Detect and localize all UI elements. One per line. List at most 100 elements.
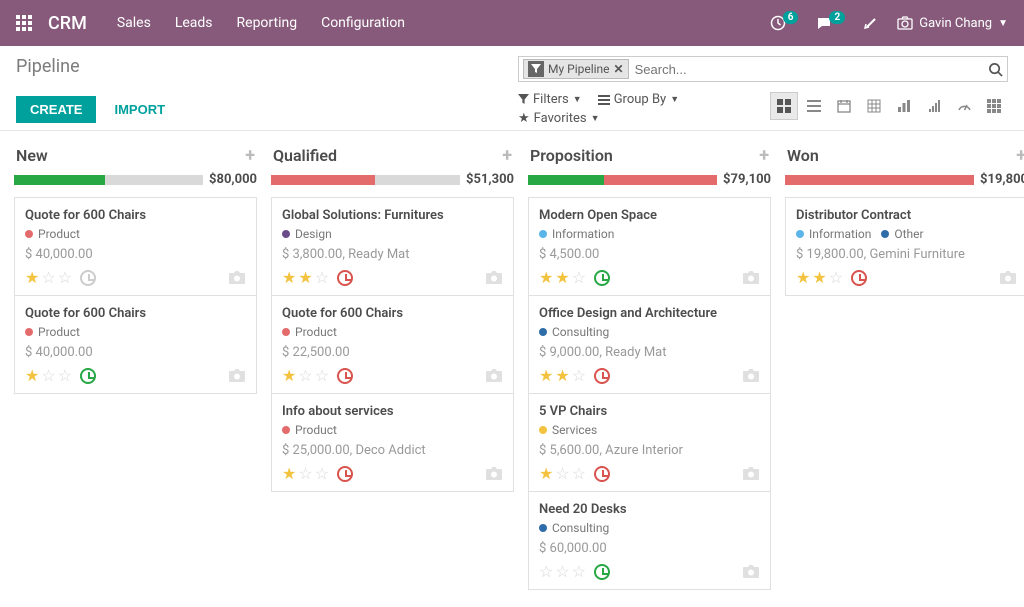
priority-stars[interactable]: ★☆☆: [539, 464, 586, 483]
view-pivot[interactable]: [860, 92, 888, 120]
debug-icon[interactable]: [863, 15, 879, 31]
import-button[interactable]: IMPORT: [100, 96, 179, 123]
star-icon[interactable]: ☆: [315, 268, 329, 287]
column-title[interactable]: New: [16, 146, 48, 165]
star-icon[interactable]: ★: [539, 464, 553, 483]
user-avatar-icon[interactable]: [742, 270, 760, 285]
star-icon[interactable]: ☆: [315, 366, 329, 385]
star-icon[interactable]: ☆: [539, 562, 553, 581]
star-icon[interactable]: ★: [812, 268, 826, 287]
kanban-card[interactable]: Office Design and ArchitectureConsulting…: [528, 295, 771, 394]
activity-clock-icon[interactable]: [594, 368, 610, 384]
activity-clock-icon[interactable]: [594, 564, 610, 580]
apps-icon[interactable]: [16, 15, 32, 31]
view-calendar[interactable]: [830, 92, 858, 120]
progressbar-segment[interactable]: [105, 175, 203, 185]
user-avatar-icon[interactable]: [742, 564, 760, 579]
view-activity[interactable]: [980, 92, 1008, 120]
star-icon[interactable]: ☆: [298, 366, 312, 385]
search-input[interactable]: [635, 62, 988, 77]
star-icon[interactable]: ☆: [58, 268, 72, 287]
star-icon[interactable]: ☆: [829, 268, 843, 287]
star-icon[interactable]: ☆: [572, 562, 586, 581]
star-icon[interactable]: ★: [555, 268, 569, 287]
column-progressbar[interactable]: [14, 175, 203, 185]
progressbar-segment[interactable]: [375, 175, 460, 185]
column-progressbar[interactable]: [785, 175, 974, 185]
star-icon[interactable]: ★: [25, 366, 39, 385]
star-icon[interactable]: ☆: [298, 464, 312, 483]
activity-clock-icon[interactable]: [337, 466, 353, 482]
priority-stars[interactable]: ★★☆: [539, 366, 586, 385]
star-icon[interactable]: ★: [282, 366, 296, 385]
priority-stars[interactable]: ★☆☆: [25, 366, 72, 385]
star-icon[interactable]: ★: [298, 268, 312, 287]
activity-clock-icon[interactable]: [337, 368, 353, 384]
kanban-card[interactable]: Info about servicesProduct$ 25,000.00, D…: [271, 393, 514, 492]
groupby-dropdown[interactable]: Group By ▼: [598, 92, 679, 107]
priority-stars[interactable]: ★★☆: [539, 268, 586, 287]
column-progressbar[interactable]: [528, 175, 717, 185]
menu-sales[interactable]: Sales: [117, 15, 151, 31]
create-button[interactable]: CREATE: [16, 96, 96, 123]
column-title[interactable]: Won: [787, 146, 819, 165]
star-icon[interactable]: ☆: [572, 464, 586, 483]
activity-clock-icon[interactable]: [594, 270, 610, 286]
priority-stars[interactable]: ★☆☆: [282, 366, 329, 385]
remove-facet-icon[interactable]: ✕: [614, 62, 624, 76]
kanban-card[interactable]: Quote for 600 ChairsProduct$ 40,000.00★☆…: [14, 295, 257, 394]
priority-stars[interactable]: ★☆☆: [25, 268, 72, 287]
progressbar-segment[interactable]: [14, 175, 105, 185]
column-title[interactable]: Qualified: [273, 146, 337, 165]
activity-clock-icon[interactable]: [80, 270, 96, 286]
user-avatar-icon[interactable]: [742, 466, 760, 481]
star-icon[interactable]: ★: [282, 268, 296, 287]
quick-add-button[interactable]: +: [1016, 145, 1024, 166]
menu-reporting[interactable]: Reporting: [237, 15, 298, 31]
star-icon[interactable]: ★: [539, 366, 553, 385]
user-avatar-icon[interactable]: [485, 270, 503, 285]
kanban-card[interactable]: Global Solutions: FurnituresDesign$ 3,80…: [271, 197, 514, 296]
kanban-card[interactable]: Distributor ContractInformationOther$ 19…: [785, 197, 1024, 296]
view-graph[interactable]: [890, 92, 918, 120]
search-box[interactable]: My Pipeline ✕: [518, 56, 1008, 82]
star-icon[interactable]: ☆: [58, 366, 72, 385]
user-avatar-icon[interactable]: [228, 368, 246, 383]
progressbar-segment[interactable]: [271, 175, 375, 185]
favorites-dropdown[interactable]: ★ Favorites ▼: [518, 111, 770, 126]
kanban-card[interactable]: 5 VP ChairsServices$ 5,600.00, Azure Int…: [528, 393, 771, 492]
star-icon[interactable]: ☆: [555, 464, 569, 483]
star-icon[interactable]: ☆: [572, 366, 586, 385]
app-brand[interactable]: CRM: [48, 13, 87, 34]
star-icon[interactable]: ★: [25, 268, 39, 287]
activity-clock-icon[interactable]: [851, 270, 867, 286]
activities-button[interactable]: 6: [770, 15, 799, 31]
kanban-card[interactable]: Modern Open SpaceInformation$ 4,500.00★★…: [528, 197, 771, 296]
search-facet[interactable]: My Pipeline ✕: [523, 59, 629, 79]
menu-leads[interactable]: Leads: [175, 15, 213, 31]
star-icon[interactable]: ☆: [555, 562, 569, 581]
activity-clock-icon[interactable]: [594, 466, 610, 482]
priority-stars[interactable]: ★★☆: [796, 268, 843, 287]
star-icon[interactable]: ☆: [41, 366, 55, 385]
view-kanban[interactable]: [770, 92, 798, 120]
messages-button[interactable]: 2: [816, 15, 845, 31]
quick-add-button[interactable]: +: [245, 145, 255, 166]
column-title[interactable]: Proposition: [530, 146, 613, 165]
star-icon[interactable]: ★: [796, 268, 810, 287]
quick-add-button[interactable]: +: [502, 145, 512, 166]
activity-clock-icon[interactable]: [80, 368, 96, 384]
quick-add-button[interactable]: +: [759, 145, 769, 166]
progressbar-segment[interactable]: [785, 175, 974, 185]
priority-stars[interactable]: ★★☆: [282, 268, 329, 287]
filters-dropdown[interactable]: Filters ▼: [518, 92, 582, 107]
view-list[interactable]: [800, 92, 828, 120]
kanban-card[interactable]: Quote for 600 ChairsProduct$ 22,500.00★☆…: [271, 295, 514, 394]
user-avatar-icon[interactable]: [485, 466, 503, 481]
priority-stars[interactable]: ★☆☆: [282, 464, 329, 483]
kanban-card[interactable]: Need 20 DesksConsulting$ 60,000.00☆☆☆: [528, 491, 771, 590]
priority-stars[interactable]: ☆☆☆: [539, 562, 586, 581]
user-avatar-icon[interactable]: [228, 270, 246, 285]
user-avatar-icon[interactable]: [999, 270, 1017, 285]
kanban-card[interactable]: Quote for 600 ChairsProduct$ 40,000.00★☆…: [14, 197, 257, 296]
